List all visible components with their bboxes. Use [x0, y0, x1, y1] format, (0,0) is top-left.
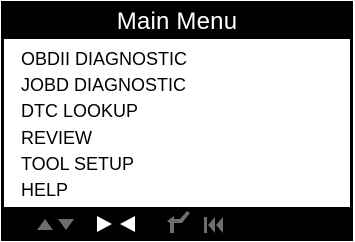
menu-item-jobd-diagnostic[interactable]: JOBD DIAGNOSTIC	[21, 72, 187, 98]
menu-item-obdii-diagnostic[interactable]: OBDII DIAGNOSTIC	[21, 46, 187, 72]
toolbar-icons	[37, 211, 223, 233]
enter-return-icon[interactable]	[167, 211, 190, 233]
right-left-arrows-icon[interactable]	[97, 216, 135, 232]
menu-item-review[interactable]: REVIEW	[21, 125, 187, 151]
menu-item-dtc-lookup[interactable]: DTC LOOKUP	[21, 98, 187, 124]
device-screen: Main Menu OBDII DIAGNOSTIC JOBD DIAGNOST…	[1, 1, 353, 241]
page-title-text: Main Menu	[116, 7, 238, 35]
back-first-icon[interactable]	[204, 217, 223, 233]
main-menu-list: OBDII DIAGNOSTIC JOBD DIAGNOSTIC DTC LOO…	[21, 46, 187, 203]
menu-item-help[interactable]: HELP	[21, 177, 187, 203]
menu-item-tool-setup[interactable]: TOOL SETUP	[21, 151, 187, 177]
up-down-arrows-icon[interactable]	[37, 219, 74, 230]
navigation-toolbar	[4, 207, 350, 238]
page-title: Main Menu	[4, 4, 350, 39]
